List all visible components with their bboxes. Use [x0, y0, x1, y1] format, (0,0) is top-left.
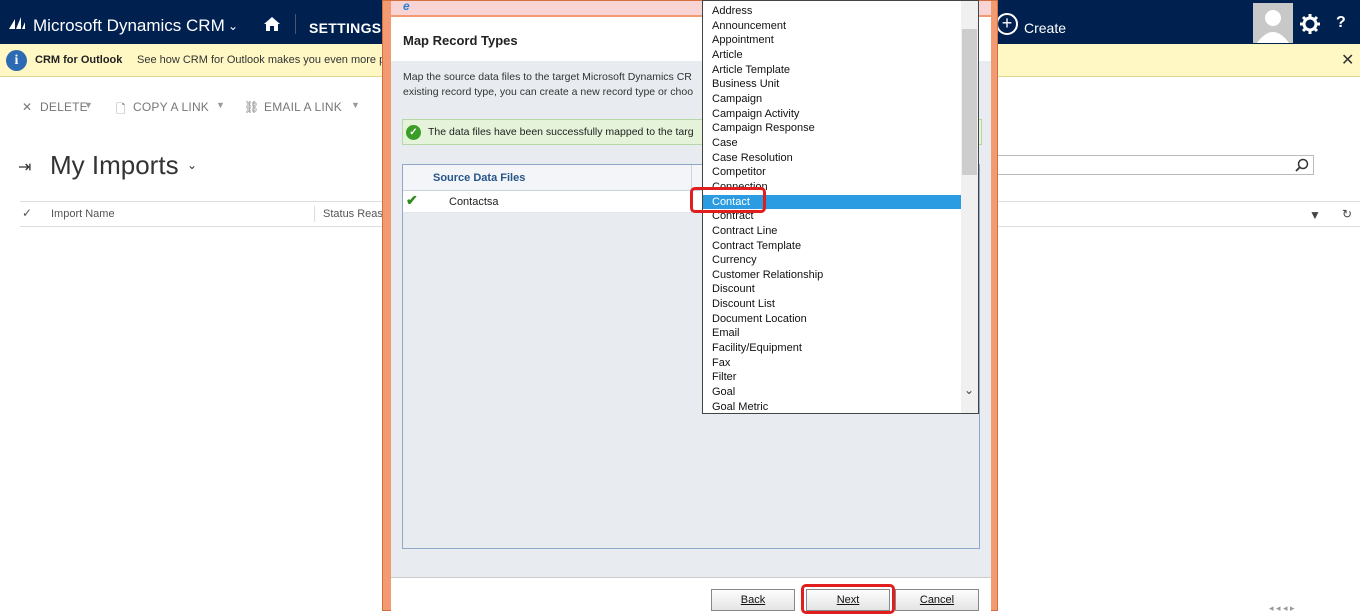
checkmark-icon: ✔: [406, 192, 418, 208]
list-item[interactable]: Discount List: [703, 297, 961, 312]
list-item[interactable]: Discount: [703, 282, 961, 297]
copy-link-button[interactable]: COPY A LINK: [133, 100, 209, 114]
create-button[interactable]: Create: [1024, 20, 1066, 36]
search-input[interactable]: s: [980, 155, 1314, 175]
list-item[interactable]: Article: [703, 48, 961, 63]
back-button[interactable]: Back: [711, 589, 795, 611]
refresh-icon[interactable]: ↻: [1342, 207, 1352, 221]
cancel-button[interactable]: Cancel: [895, 589, 979, 611]
plus-circle-icon[interactable]: +: [996, 13, 1018, 35]
user-avatar[interactable]: [1253, 3, 1293, 43]
view-title[interactable]: My Imports: [50, 150, 179, 181]
column-divider: [314, 206, 315, 222]
chevron-down-icon[interactable]: ⌄: [964, 383, 974, 397]
scrollbar-thumb[interactable]: [962, 29, 977, 175]
document-icon: 🗋: [116, 102, 126, 116]
list-item[interactable]: Goal: [703, 385, 961, 400]
list-item[interactable]: Filter: [703, 370, 961, 385]
chevron-down-icon[interactable]: ▼: [216, 100, 225, 110]
filter-icon[interactable]: ▼: [1309, 208, 1321, 222]
column-header-status-reason[interactable]: Status Reaso: [323, 208, 389, 220]
list-item[interactable]: Facility/Equipment: [703, 341, 961, 356]
pagination-arrows-icon[interactable]: ◂ ◂ ◂ ▸: [1269, 603, 1295, 614]
chevron-down-icon[interactable]: ⌄: [228, 19, 238, 33]
gear-icon[interactable]: [1300, 14, 1320, 34]
source-data-files-header: Source Data Files: [433, 172, 526, 184]
notice-text[interactable]: See how CRM for Outlook makes you even m…: [137, 54, 385, 66]
dialog-footer: Back Next Cancel: [391, 577, 991, 614]
email-link-button[interactable]: EMAIL A LINK: [264, 100, 342, 114]
list-item[interactable]: Campaign Activity: [703, 107, 961, 122]
link-icon: ⛓: [244, 100, 260, 114]
dialog-title: Map Record Types: [403, 33, 518, 48]
select-all-checkbox[interactable]: ✓: [22, 206, 32, 220]
list-item[interactable]: Article Template: [703, 63, 961, 78]
chevron-down-icon[interactable]: ▼: [84, 100, 93, 110]
nav-divider: [295, 14, 296, 34]
scrollbar[interactable]: ⌄: [961, 1, 978, 413]
list-item[interactable]: Case: [703, 136, 961, 151]
checkmark-circle-icon: ✓: [406, 125, 421, 140]
settings-area-link[interactable]: SETTINGS: [309, 20, 381, 36]
close-icon[interactable]: ✕: [1341, 50, 1354, 70]
list-item[interactable]: Goal Metric: [703, 400, 961, 413]
internet-explorer-icon: e: [403, 0, 410, 13]
search-icon[interactable]: [1295, 158, 1309, 172]
app-title[interactable]: Microsoft Dynamics CRM: [33, 16, 225, 36]
success-text: The data files have been successfully ma…: [428, 126, 694, 138]
next-button-highlight: [801, 584, 895, 614]
info-icon: i: [6, 50, 27, 71]
list-item[interactable]: Fax: [703, 356, 961, 371]
list-item[interactable]: Address: [703, 4, 961, 19]
list-item[interactable]: Campaign Response: [703, 121, 961, 136]
list-item[interactable]: Case Resolution: [703, 151, 961, 166]
list-item[interactable]: Appointment: [703, 33, 961, 48]
list-item[interactable]: Document Location: [703, 312, 961, 327]
list-item[interactable]: Competitor: [703, 165, 961, 180]
contact-highlight: [690, 187, 766, 213]
chevron-down-icon[interactable]: ▼: [351, 100, 360, 110]
list-item[interactable]: Campaign: [703, 92, 961, 107]
notice-title: CRM for Outlook: [35, 54, 123, 66]
home-icon[interactable]: [263, 16, 281, 32]
pin-icon[interactable]: ⇥: [18, 157, 31, 177]
help-icon[interactable]: ?: [1336, 14, 1346, 32]
column-header-import-name[interactable]: Import Name: [51, 208, 115, 220]
chevron-down-icon[interactable]: ⌄: [187, 158, 197, 172]
list-item[interactable]: Customer Relationship: [703, 268, 961, 283]
list-item[interactable]: Contract Line: [703, 224, 961, 239]
dynamics-logo-icon: [9, 17, 25, 29]
source-file-name: Contactsa: [449, 196, 499, 208]
list-item[interactable]: Currency: [703, 253, 961, 268]
delete-button[interactable]: DELETE: [40, 100, 88, 114]
list-item[interactable]: Email: [703, 326, 961, 341]
list-item[interactable]: Contract Template: [703, 239, 961, 254]
delete-icon[interactable]: ✕: [22, 100, 32, 114]
list-item[interactable]: Announcement: [703, 19, 961, 34]
list-item[interactable]: Business Unit: [703, 77, 961, 92]
